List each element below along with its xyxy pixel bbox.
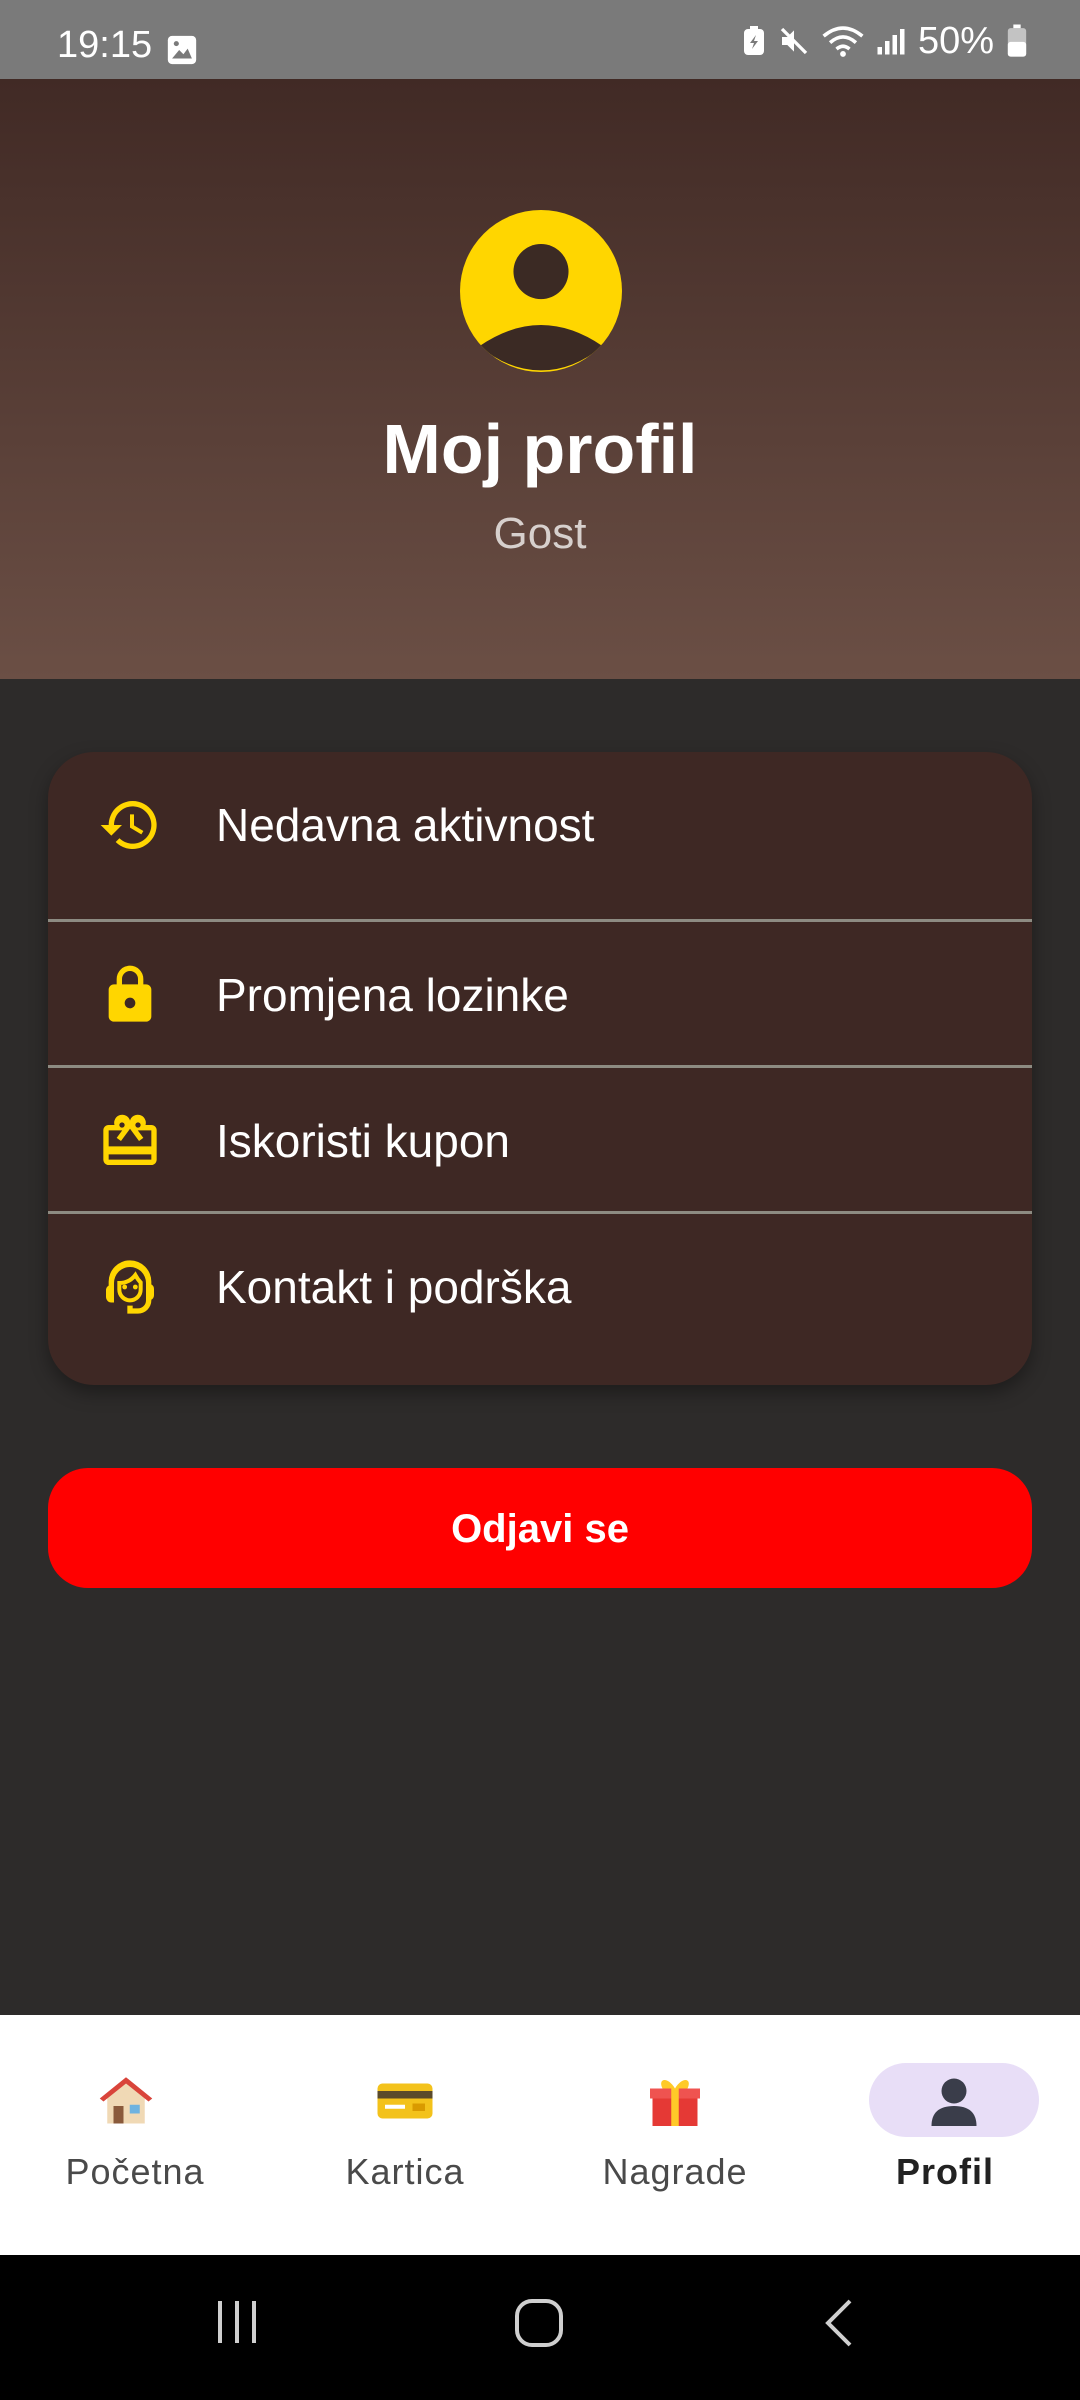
menu-item-redeem-coupon[interactable]: Iskoristi kupon <box>48 1068 1032 1214</box>
nav-item-home[interactable]: Početna <box>0 2015 270 2255</box>
battery-saver-icon <box>743 26 764 55</box>
wifi-icon <box>822 26 864 57</box>
lock-icon <box>108 965 152 1022</box>
house-icon <box>99 2077 153 2124</box>
nav-item-rewards[interactable]: Nagrade <box>540 2015 810 2255</box>
profile-menu: Nedavna aktivnost Promjena lozinke Iskor… <box>48 752 1032 1385</box>
image-notification-icon <box>167 35 197 65</box>
menu-item-change-password[interactable]: Promjena lozinke <box>48 922 1032 1068</box>
page-title: Moj profil <box>382 410 698 488</box>
profile-header: Moj profil Gost <box>0 79 1080 679</box>
signal-icon <box>877 29 905 55</box>
support-agent-icon <box>105 1260 154 1314</box>
status-icons: 50% <box>742 19 1028 62</box>
menu-item-label: Kontakt i podrška <box>216 1261 572 1313</box>
menu-item-label: Iskoristi kupon <box>216 1115 511 1167</box>
menu-item-label: Promjena lozinke <box>216 969 569 1021</box>
system-navigation-bar <box>0 2255 1080 2400</box>
logout-button[interactable]: Odjavi se <box>48 1468 1032 1588</box>
account-circle-icon <box>460 210 622 372</box>
battery-percent: 50% <box>917 19 994 62</box>
battery-icon <box>1007 24 1027 57</box>
back-icon[interactable] <box>820 2297 860 2349</box>
nav-label: Nagrade <box>602 2151 748 2192</box>
menu-item-label: Nedavna aktivnost <box>216 799 595 851</box>
nav-item-card[interactable]: Kartica <box>270 2015 540 2255</box>
gift-icon <box>650 2080 700 2126</box>
status-time: 19:15 <box>57 24 153 66</box>
person-silhouette-icon <box>931 2078 977 2126</box>
menu-item-recent-activity[interactable]: Nedavna aktivnost <box>48 752 1032 898</box>
recent-apps-icon[interactable] <box>212 2297 262 2347</box>
mute-icon <box>780 27 808 55</box>
nav-item-profile[interactable]: Profil <box>810 2015 1080 2255</box>
history-icon <box>100 801 157 849</box>
status-bar: 19:15 50% <box>0 0 1080 79</box>
home-icon[interactable] <box>513 2297 565 2349</box>
nav-label: Početna <box>65 2151 205 2192</box>
user-role: Gost <box>493 509 587 558</box>
nav-label: Profil <box>895 2151 994 2192</box>
credit-card-icon <box>377 2083 433 2119</box>
nav-label: Kartica <box>345 2151 465 2192</box>
bottom-navigation: Početna Kartica Nagrade Profil <box>0 2015 1080 2255</box>
redeem-icon <box>103 1114 157 1165</box>
menu-item-contact-support[interactable]: Kontakt i podrška <box>48 1214 1032 1360</box>
